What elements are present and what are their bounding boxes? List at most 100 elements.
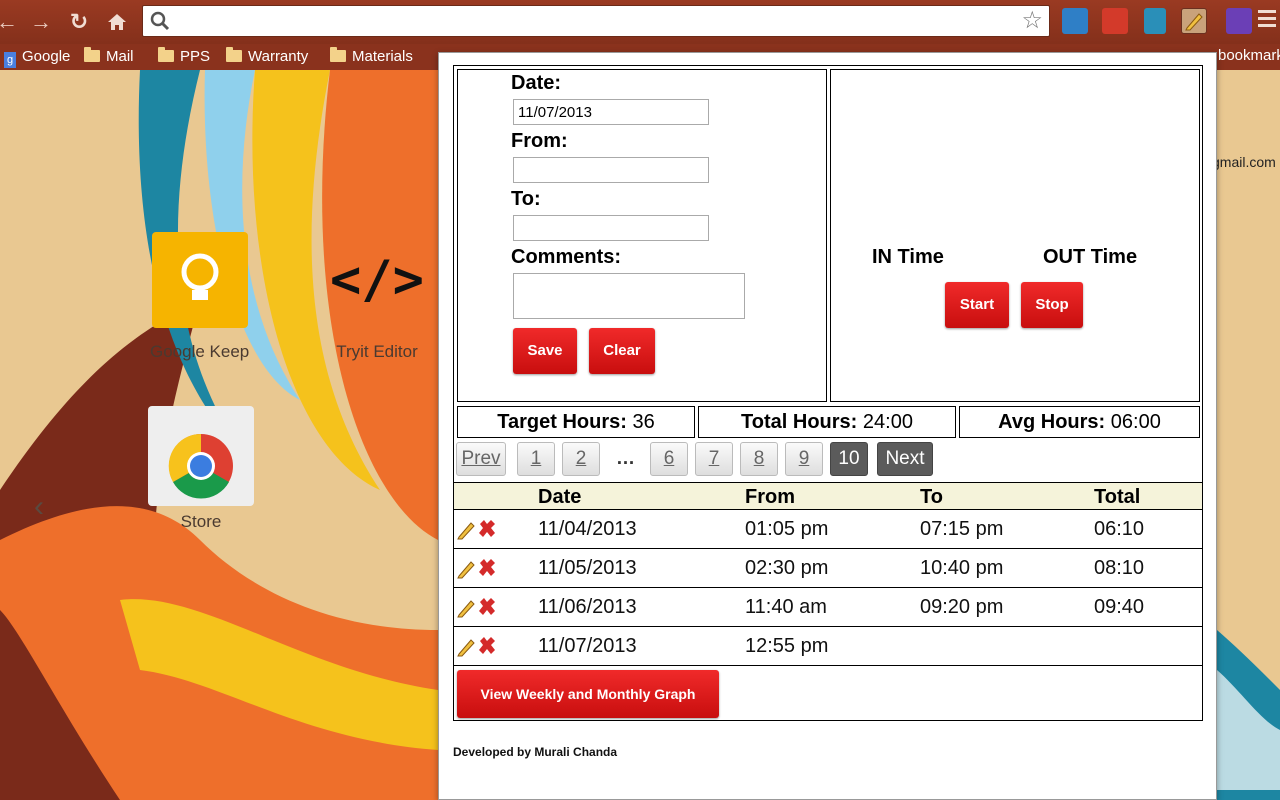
book-extension-icon[interactable] xyxy=(1144,8,1166,34)
google-icon: g xyxy=(4,52,16,68)
reload-icon[interactable]: ↻ xyxy=(66,9,92,35)
back-icon[interactable]: ← xyxy=(0,9,20,35)
target-hours-value: 36 xyxy=(632,411,655,433)
folder-icon xyxy=(84,47,100,62)
delete-x-icon[interactable] xyxy=(476,557,498,579)
screenshot-extension-icon[interactable] xyxy=(1062,8,1088,34)
pdf-extension-icon[interactable] xyxy=(1102,8,1128,34)
cell-total: 09:40 xyxy=(1094,596,1145,618)
header-from: From xyxy=(745,486,795,508)
avg-hours-value: 06:00 xyxy=(1110,411,1161,433)
stop-button[interactable]: Stop xyxy=(1021,282,1083,328)
developer-credit: Developed by Murali Chanda xyxy=(453,745,618,759)
bookmark-google[interactable]: g Google xyxy=(4,47,70,68)
bookmark-star-icon[interactable]: ☆ xyxy=(1021,8,1043,34)
folder-icon xyxy=(330,47,346,62)
page-2-button[interactable]: 2 xyxy=(562,442,600,476)
browser-toolbar: ← → ↻ ☆ xyxy=(0,0,1280,44)
header-to: To xyxy=(920,486,943,508)
chrome-store-icon xyxy=(148,406,254,506)
entry-form: Date: From: To: Comments: Save Clear xyxy=(457,69,827,402)
time-tracker: IN Time OUT Time Start Stop xyxy=(830,69,1200,402)
cell-from: 02:30 pm xyxy=(745,557,829,579)
edit-pencil-icon[interactable] xyxy=(456,635,478,657)
from-field[interactable] xyxy=(513,157,709,183)
timesheet-container: Date: From: To: Comments: Save Clear IN … xyxy=(453,65,1203,721)
cell-date: 11/07/2013 xyxy=(538,635,637,657)
cell-from: 12:55 pm xyxy=(745,635,829,657)
table-row: 11/05/2013 02:30 pm 10:40 pm 08:10 xyxy=(454,549,1202,588)
start-button[interactable]: Start xyxy=(945,282,1009,328)
cell-date: 11/05/2013 xyxy=(538,557,637,579)
page-prev-button[interactable]: Prev xyxy=(456,442,506,476)
comments-label: Comments: xyxy=(511,246,622,268)
forward-icon[interactable]: → xyxy=(28,9,54,35)
delete-x-icon[interactable] xyxy=(476,518,498,540)
lightbulb-icon xyxy=(151,232,248,328)
view-graph-button[interactable]: View Weekly and Monthly Graph xyxy=(457,670,719,718)
edit-pencil-icon[interactable] xyxy=(456,596,478,618)
cell-to: 10:40 pm xyxy=(920,557,1004,579)
page-6-button[interactable]: 6 xyxy=(650,442,688,476)
date-label: Date: xyxy=(511,72,562,94)
cell-from: 11:40 am xyxy=(745,596,827,618)
out-time-label: OUT Time xyxy=(1043,246,1138,268)
comments-field[interactable] xyxy=(513,273,745,319)
bookmark-folder-warranty[interactable]: Warranty xyxy=(226,47,308,67)
table-row: 11/07/2013 12:55 pm xyxy=(454,627,1202,666)
url-input[interactable] xyxy=(175,9,1015,33)
cell-date: 11/04/2013 xyxy=(538,518,637,540)
cell-total: 06:10 xyxy=(1094,518,1145,540)
bookmark-folder-mail[interactable]: Mail xyxy=(84,47,134,67)
clear-button[interactable]: Clear xyxy=(589,328,655,374)
header-date: Date xyxy=(538,486,582,508)
code-icon: </> xyxy=(330,250,424,310)
app-google-keep[interactable]: Google Keep xyxy=(150,232,249,362)
ntp-prev-page-arrow[interactable]: ‹ xyxy=(34,490,44,524)
home-icon[interactable] xyxy=(104,9,130,35)
page-next-button[interactable]: Next xyxy=(877,442,933,476)
page-7-button[interactable]: 7 xyxy=(695,442,733,476)
timesheet-extension-icon[interactable] xyxy=(1181,8,1207,34)
cell-date: 11/06/2013 xyxy=(538,596,637,618)
target-hours: Target Hours: 36 xyxy=(457,406,695,438)
folder-icon xyxy=(158,47,174,62)
account-email-snippet[interactable]: gmail.com xyxy=(1212,154,1276,170)
cell-total: 08:10 xyxy=(1094,557,1145,579)
avg-hours: Avg Hours: 06:00 xyxy=(959,406,1200,438)
cell-from: 01:05 pm xyxy=(745,518,829,540)
app-tryit-editor[interactable]: </> Tryit Editor xyxy=(330,250,424,362)
cell-to: 07:15 pm xyxy=(920,518,1004,540)
folder-icon xyxy=(226,47,242,62)
bookmark-folder-materials[interactable]: Materials xyxy=(330,47,413,67)
header-total: Total xyxy=(1094,486,1141,508)
table-row: 11/04/2013 01:05 pm 07:15 pm 06:10 xyxy=(454,510,1202,549)
todo-extension-icon[interactable] xyxy=(1226,8,1252,34)
table-row: 11/06/2013 11:40 am 09:20 pm 09:40 xyxy=(454,588,1202,627)
save-button[interactable]: Save xyxy=(513,328,577,374)
total-hours: Total Hours: 24:00 xyxy=(698,406,956,438)
in-time-label: IN Time xyxy=(872,246,944,268)
delete-x-icon[interactable] xyxy=(476,635,498,657)
other-bookmarks-label[interactable]: bookmark xyxy=(1218,47,1280,64)
page-10-button[interactable]: 10 xyxy=(830,442,868,476)
entries-table-header: Date From To Total xyxy=(454,482,1202,510)
timesheet-popup: Date: From: To: Comments: Save Clear IN … xyxy=(438,52,1217,800)
edit-pencil-icon[interactable] xyxy=(456,518,478,540)
page-1-button[interactable]: 1 xyxy=(517,442,555,476)
page-9-button[interactable]: 9 xyxy=(785,442,823,476)
page-8-button[interactable]: 8 xyxy=(740,442,778,476)
address-bar[interactable]: ☆ xyxy=(142,5,1050,37)
page-ellipsis: … xyxy=(616,448,635,469)
app-store[interactable]: Store xyxy=(148,406,254,532)
to-field[interactable] xyxy=(513,215,709,241)
to-label: To: xyxy=(511,188,541,210)
delete-x-icon[interactable] xyxy=(476,596,498,618)
date-field[interactable] xyxy=(513,99,709,125)
from-label: From: xyxy=(511,130,568,152)
edit-pencil-icon[interactable] xyxy=(456,557,478,579)
bookmark-folder-pps[interactable]: PPS xyxy=(158,47,210,67)
cell-to: 09:20 pm xyxy=(920,596,1004,618)
chrome-menu-icon[interactable] xyxy=(1258,10,1276,30)
search-icon xyxy=(150,11,170,31)
